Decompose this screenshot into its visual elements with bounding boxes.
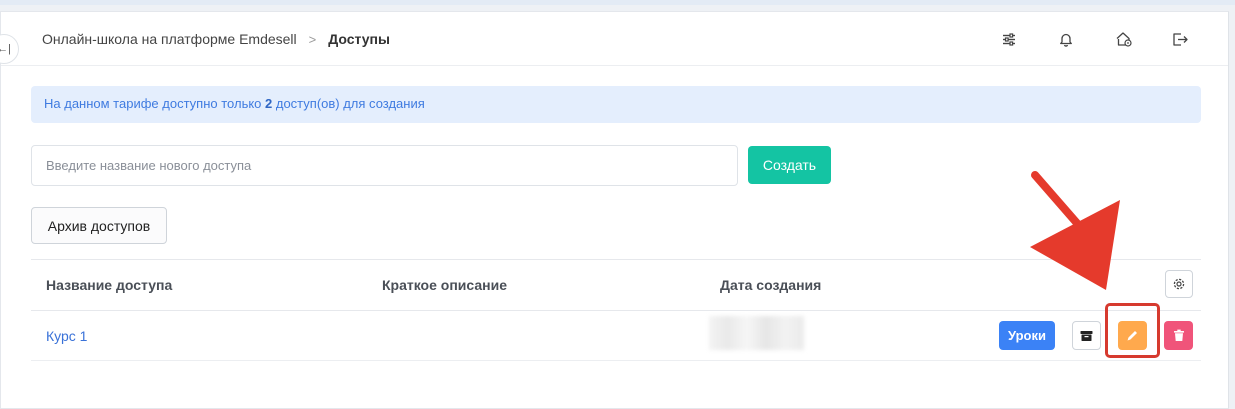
new-access-name-input[interactable]: [31, 145, 738, 186]
breadcrumb-root-link[interactable]: Онлайн-школа на платформе Emdesell: [42, 31, 297, 47]
alert-suffix: доступ(ов) для создания: [272, 96, 425, 111]
created-date-blurred: [709, 316, 804, 350]
home-settings-icon[interactable]: [1114, 29, 1134, 49]
bell-icon[interactable]: [1056, 29, 1076, 49]
page-header: Онлайн-школа на платформе Emdesell > Дос…: [1, 12, 1228, 66]
access-name-link[interactable]: Курс 1: [46, 328, 87, 344]
breadcrumb: Онлайн-школа на платформе Emdesell > Дос…: [42, 31, 390, 47]
filter-sliders-icon[interactable]: [999, 29, 1019, 49]
delete-row-button[interactable]: [1164, 321, 1193, 350]
create-access-button[interactable]: Создать: [748, 146, 831, 184]
table-bottom-divider: [31, 360, 1201, 361]
archive-box-icon: [1080, 330, 1093, 341]
archive-row-button[interactable]: [1072, 321, 1101, 350]
column-header-description: Краткое описание: [382, 277, 507, 293]
gear-icon: [1173, 278, 1185, 290]
top-strip: [0, 0, 1235, 5]
table-header-divider: [31, 310, 1201, 311]
alert-prefix: На данном тарифе доступно только: [44, 96, 266, 111]
logout-icon[interactable]: [1170, 29, 1190, 49]
lessons-button[interactable]: Уроки: [999, 321, 1055, 350]
breadcrumb-separator: >: [308, 31, 317, 47]
annotation-highlight-box: [1105, 303, 1160, 358]
column-header-name: Название доступа: [46, 277, 173, 293]
annotation-arrow-icon: [1030, 171, 1120, 290]
column-header-created-date: Дата создания: [720, 277, 822, 293]
table-settings-button[interactable]: [1165, 270, 1193, 298]
breadcrumb-current: Доступы: [328, 31, 390, 47]
access-archive-button[interactable]: Архив доступов: [31, 207, 167, 244]
tariff-limit-alert: На данном тарифе доступно только 2 досту…: [31, 86, 1201, 123]
trash-icon: [1173, 329, 1184, 341]
